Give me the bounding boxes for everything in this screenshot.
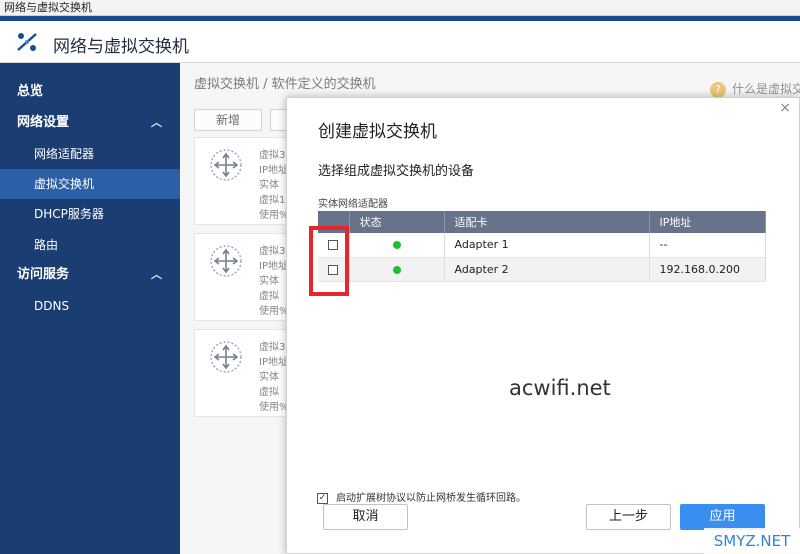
stp-checkbox[interactable]: ✓	[317, 492, 328, 504]
sidebar-item-label: 访问服务	[17, 267, 70, 282]
section-label: 实体网络适配器	[318, 199, 388, 210]
sidebar-item-overview[interactable]: 总览	[0, 77, 180, 107]
table-row[interactable]: Adapter 2 192.168.0.200	[318, 257, 766, 282]
sidebar: 总览 网络设置 ︿ 网络适配器 虚拟交换机 DHCP服务器 路由 访问服务 ︿ …	[0, 63, 180, 554]
corner-watermark: SMYZ.NET	[704, 528, 800, 554]
adapter-table: 状态 适配卡 IP地址 Adapter 1 -- Adapter 2 192.1…	[318, 211, 766, 282]
sidebar-item-label: DDNS	[34, 299, 70, 313]
ip-cell: 192.168.0.200	[649, 257, 766, 282]
create-virtual-switch-dialog: × 创建虚拟交换机 选择组成虚拟交换机的设备 实体网络适配器 状态 适配卡 IP…	[286, 97, 800, 554]
window-title: 网络与虚拟交换机	[0, 0, 800, 16]
dialog-title: 创建虚拟交换机	[318, 122, 437, 142]
adapter-cell: Adapter 1	[444, 233, 650, 258]
sidebar-item-access-services[interactable]: 访问服务 ︿	[0, 260, 180, 290]
cancel-button[interactable]: 取消	[323, 504, 408, 530]
dialog-subtitle: 选择组成虚拟交换机的设备	[318, 164, 475, 179]
chevron-up-icon: ︿	[151, 268, 162, 281]
column-header-adapter[interactable]: 适配卡	[444, 211, 650, 233]
status-cell	[349, 257, 445, 282]
network-switch-icon	[17, 33, 37, 51]
sidebar-item-routing[interactable]: 路由	[0, 230, 180, 260]
sidebar-item-network-adapters[interactable]: 网络适配器	[0, 139, 180, 169]
close-icon[interactable]: ×	[779, 100, 791, 116]
sidebar-item-label: 路由	[34, 238, 59, 252]
column-header-ip[interactable]: IP地址	[649, 211, 766, 233]
sidebar-item-virtual-switch[interactable]: 虚拟交换机	[0, 169, 180, 199]
status-online-icon	[392, 265, 401, 274]
app-header: 网络与虚拟交换机	[0, 21, 800, 63]
table-row[interactable]: Adapter 1 --	[318, 233, 766, 258]
back-button[interactable]: 上一步	[586, 504, 671, 530]
highlight-annotation	[309, 226, 349, 296]
app-title: 网络与虚拟交换机	[53, 37, 189, 57]
column-header-status[interactable]: 状态	[349, 211, 445, 233]
adapter-cell: Adapter 2	[444, 257, 650, 282]
sidebar-item-label: DHCP服务器	[34, 207, 104, 221]
apply-button[interactable]: 应用	[680, 504, 765, 530]
status-online-icon	[392, 241, 401, 250]
sidebar-item-dhcp-server[interactable]: DHCP服务器	[0, 199, 180, 229]
sidebar-item-ddns[interactable]: DDNS	[0, 291, 180, 321]
sidebar-item-network-settings[interactable]: 网络设置 ︿	[0, 108, 180, 138]
ip-cell: --	[649, 233, 766, 258]
table-header-row: 状态 适配卡 IP地址	[318, 211, 766, 233]
watermark: acwifi.net	[509, 376, 611, 400]
chevron-up-icon: ︿	[151, 116, 162, 129]
sidebar-item-label: 总览	[17, 84, 44, 99]
status-cell	[349, 233, 445, 258]
stp-label: 启动扩展树协议以防止网桥发生循环回路。	[336, 493, 526, 504]
sidebar-item-label: 网络设置	[17, 115, 70, 130]
sidebar-item-label: 网络适配器	[34, 147, 95, 161]
sidebar-item-label: 虚拟交换机	[34, 177, 95, 191]
stp-option[interactable]: ✓ 启动扩展树协议以防止网桥发生循环回路。	[317, 489, 526, 504]
